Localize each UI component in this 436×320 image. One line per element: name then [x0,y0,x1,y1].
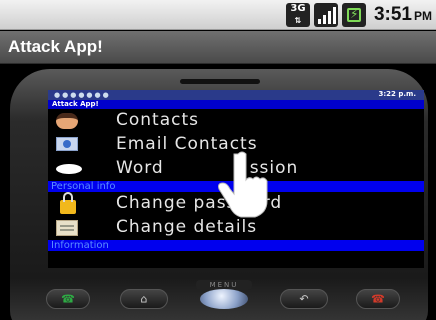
network-type-label: 3G [290,3,306,14]
clock-ampm: PM [414,9,432,23]
contacts-face-icon [56,113,78,129]
3g-data-icon: 3G ⇅ [285,3,310,27]
trackball[interactable] [200,289,248,309]
phone-app-title: Attack App! [48,100,424,109]
phone-speaker [180,79,260,84]
clock: 3:51 PM [374,4,432,26]
cloud-blob-icon [56,164,82,174]
phone-status-time: 3:22 p.m. [378,90,416,98]
section-header-information: Information [48,240,424,251]
back-button[interactable]: ↶ [280,289,328,309]
menu-item-label-start: Word [116,158,164,178]
menu-item-label: Change details [116,217,258,237]
menu-item-contacts[interactable]: Contacts [48,109,424,133]
phone-call-icon: ☎ [61,292,75,306]
hand-pointer-icon [218,151,268,218]
signal-strength-icon [313,3,338,27]
phone-device: ●●●●●●● 3:22 p.m. Attack App! Contacts E… [10,69,428,320]
menu-item-label: Contacts [116,110,199,130]
home-button[interactable]: ⌂ [120,289,168,309]
app-title-bar: Attack App! [0,31,436,64]
call-button[interactable]: ☎ [46,289,90,309]
phone-screen: ●●●●●●● 3:22 p.m. Attack App! Contacts E… [48,90,424,268]
clock-time: 3:51 [373,4,412,25]
lock-icon [60,192,76,214]
status-icons: 3G ⇅ ⚡ 3:51 PM [285,2,432,28]
status-bar: 3G ⇅ ⚡ 3:51 PM [0,0,436,30]
battery-charging-icon: ⚡ [341,3,366,27]
id-card-icon [56,220,78,236]
menu-item-change-details[interactable]: Change details [48,216,424,240]
phone-status-bar: ●●●●●●● 3:22 p.m. [48,90,424,100]
end-call-icon: ☎ [371,292,385,306]
end-call-button[interactable]: ☎ [356,289,400,309]
phone-image: ●●●●●●● 3:22 p.m. Attack App! Contacts E… [0,65,436,320]
app-title: Attack App! [8,37,103,56]
home-icon: ⌂ [140,292,148,306]
back-arrow-icon: ↶ [299,292,309,306]
email-envelope-icon [56,137,78,151]
